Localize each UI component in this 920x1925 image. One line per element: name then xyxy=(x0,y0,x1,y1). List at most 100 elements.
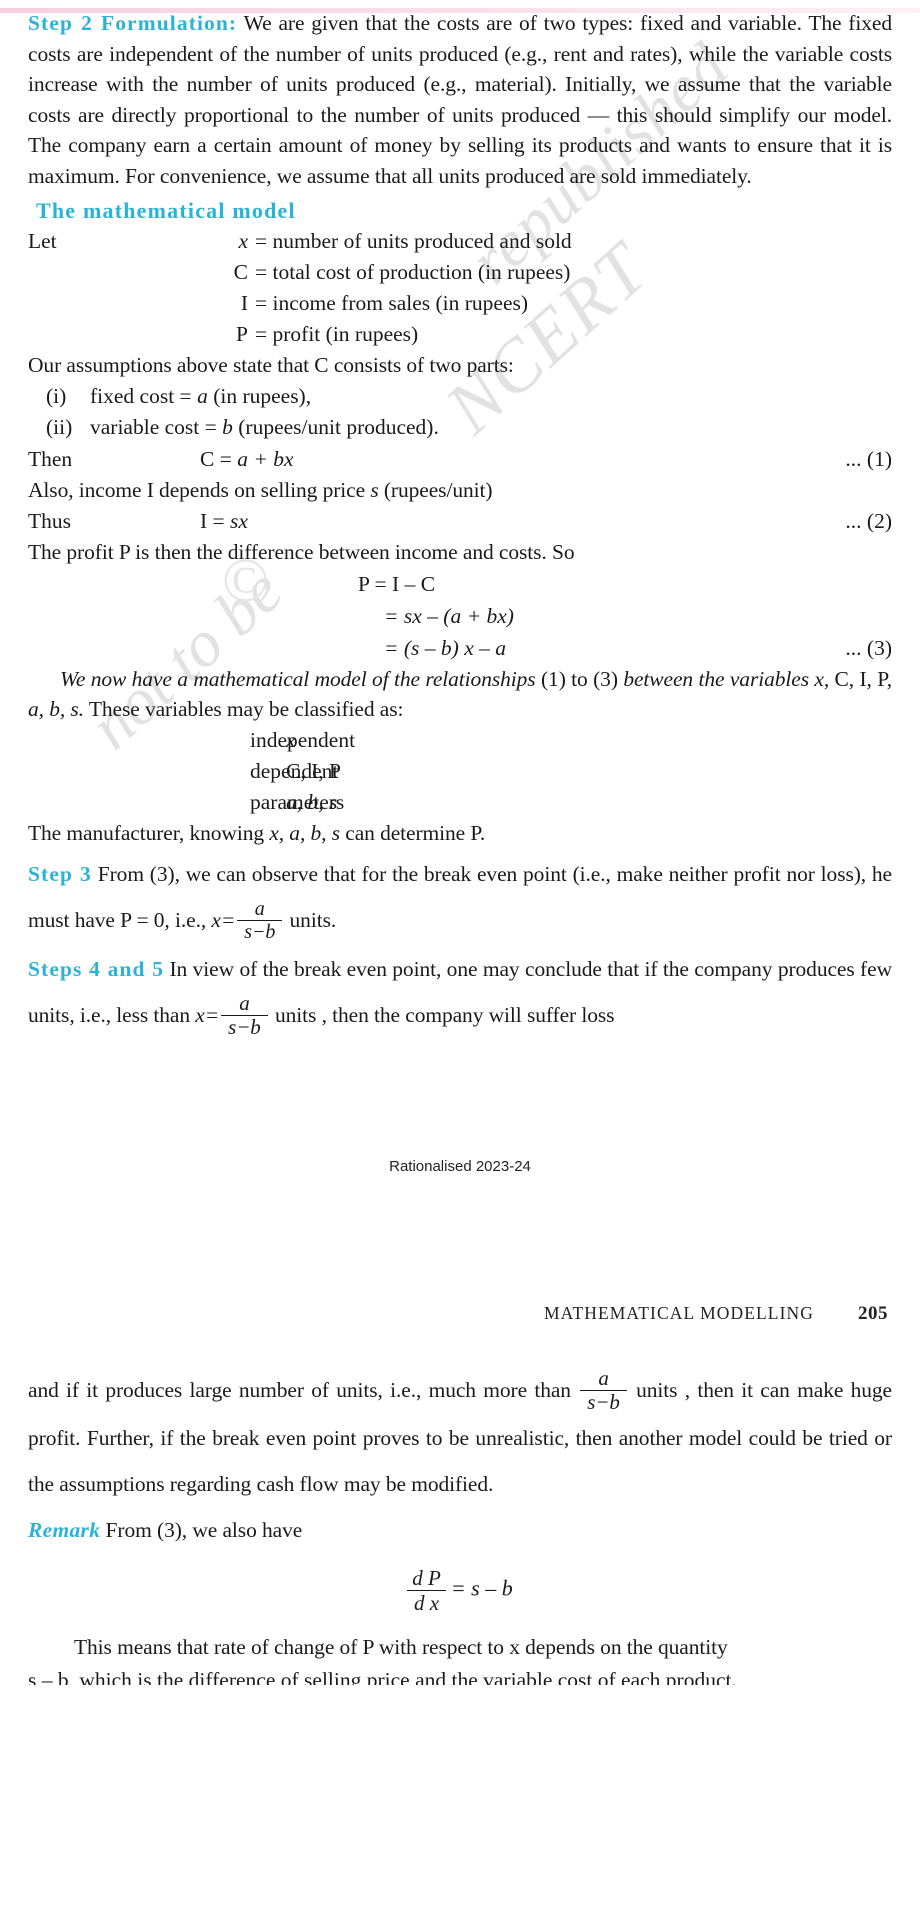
fraction-numerator: a xyxy=(598,1365,609,1390)
profit-derivation-text: = sx – (a + bx) xyxy=(384,603,514,628)
profit-derivation-text: = (s – b) x – a xyxy=(384,635,506,660)
assumption-marker: (i) xyxy=(46,383,67,408)
assumption-marker: (ii) xyxy=(46,414,73,439)
fraction-denominator: d x xyxy=(407,1589,446,1615)
definition-row: I = income from sales (in rupees) xyxy=(28,288,892,319)
classification-vars: C, I, P xyxy=(286,758,341,783)
equation-body: C = a + bx xyxy=(200,446,294,471)
classification-kind: parameters xyxy=(250,789,345,814)
definition-symbol: P xyxy=(236,322,248,346)
definition-row: P = profit (in rupees) xyxy=(28,319,892,350)
document-page: Step 2 Formulation: We are given that th… xyxy=(0,8,920,1685)
profit-derivation-text: P = I – C xyxy=(358,571,436,596)
definition-text: = income from sales (in rupees) xyxy=(255,291,529,315)
clipped-bottom-line: s – b, which is the difference of sellin… xyxy=(28,1667,737,1685)
assumption-text: fixed cost = a (in rupees), xyxy=(90,383,312,408)
summary-italic-1: We now have a mathematical model of the … xyxy=(60,666,536,691)
definition-symbol: I xyxy=(240,291,248,315)
definition-symbol: C xyxy=(233,260,248,284)
step2-paragraph: Step 2 Formulation: We are given that th… xyxy=(28,8,892,191)
remark-paragraph: Remark From (3), we also have xyxy=(28,1515,892,1546)
equation-tag: ... (1) xyxy=(845,446,892,471)
classification-vars: x xyxy=(286,727,296,752)
steps45-paragraph: Steps 4 and 5 In view of the break even … xyxy=(28,946,892,1040)
page-2-content: and if it produces large number of units… xyxy=(28,1367,892,1685)
summary-tail: These variables may be classified as: xyxy=(83,697,404,721)
break-even-fraction: a s−b xyxy=(221,991,268,1039)
fraction-denominator: s−b xyxy=(221,1014,268,1039)
let-label: Let xyxy=(28,229,57,253)
definition-row: C = total cost of production (in rupees) xyxy=(28,257,892,288)
step2-label: Step 2 Formulation: xyxy=(28,11,238,35)
derivative-equation: d P d x = s – b xyxy=(28,1567,892,1614)
fraction-denominator: s−b xyxy=(580,1389,627,1414)
summary-vars-roman: C, I, P, xyxy=(834,666,893,691)
break-even-fraction: a s−b xyxy=(580,1365,627,1414)
definition-text: = number of units produced and sold xyxy=(255,229,572,253)
derivative-rhs: = s – b xyxy=(450,1575,513,1601)
continuation-text-1: and if it produces large number of units… xyxy=(28,1377,579,1402)
page-number: 205 xyxy=(858,1302,888,1324)
closing-text: This means that rate of change of P with… xyxy=(74,1635,728,1660)
step3-body-1: From (3), we can observe that for the br… xyxy=(28,862,892,932)
fraction-numerator: a xyxy=(239,991,250,1016)
manufacturer-symbols: x, a, b, s xyxy=(269,820,340,845)
equation-body: I = sx xyxy=(200,509,248,533)
assumption-item: (i) fixed cost = a (in rupees), xyxy=(46,381,892,412)
equation-row-1: Then C = a + bx ... (1) xyxy=(28,443,892,475)
continuation-paragraph: and if it produces large number of units… xyxy=(28,1367,892,1507)
assumption-text: variable cost = b (rupees/unit produced)… xyxy=(90,414,439,439)
break-even-fraction: a s−b xyxy=(237,898,283,943)
profit-intro: The profit P is then the difference betw… xyxy=(28,540,575,564)
definition-text: = profit (in rupees) xyxy=(255,322,419,346)
model-summary-paragraph: We now have a mathematical model of the … xyxy=(28,664,892,725)
steps45-label: Steps 4 and 5 xyxy=(28,956,165,981)
remark-label: Remark xyxy=(28,1517,101,1542)
classification-row: dependent C, I, P xyxy=(28,756,892,787)
steps45-body-2: units , then the company will suffer los… xyxy=(269,1002,615,1027)
assumption-item: (ii) variable cost = b (rupees/unit prod… xyxy=(46,412,892,443)
profit-derivation-row: = (s – b) x – a ... (3) xyxy=(28,632,892,664)
definition-text: = total cost of production (in rupees) xyxy=(255,260,571,284)
running-header: MATHEMATICAL MODELLING 205 xyxy=(28,1303,892,1325)
classification-vars: a, b, s xyxy=(286,789,338,814)
summary-refs: (1) to (3) xyxy=(540,666,618,691)
step3-body-2: units. xyxy=(284,908,337,932)
steps45-eq-lhs: x= xyxy=(195,1002,220,1027)
definition-symbol: x xyxy=(238,229,248,253)
fraction-denominator: s−b xyxy=(237,920,283,943)
classification-kind: independent xyxy=(250,727,356,752)
summary-vars-italic: a, b, s. xyxy=(28,697,84,721)
equation-lead: Then xyxy=(28,446,73,471)
step3-paragraph: Step 3 From (3), we can observe that for… xyxy=(28,851,892,944)
equation-row-2: Thus I = sx ... (2) xyxy=(28,505,892,537)
closing-paragraph: This means that rate of change of P with… xyxy=(28,1632,892,1663)
step3-label: Step 3 xyxy=(28,862,92,886)
classification-kind: dependent xyxy=(250,758,339,783)
assumptions-intro: Our assumptions above state that C consi… xyxy=(28,353,514,377)
classification-row: parameters a, b, s xyxy=(28,787,892,818)
summary-italic-2: between the variables x, xyxy=(623,666,830,691)
profit-derivation-row: P = I – C xyxy=(28,568,892,600)
equation-lead: Thus xyxy=(28,509,71,533)
selling-price-symbol: s xyxy=(370,477,379,502)
fraction-numerator: d P xyxy=(412,1566,441,1591)
step2-body: We are given that the costs are of two t… xyxy=(28,11,892,188)
mathematical-model-heading: The mathematical model xyxy=(36,198,296,223)
equation-tag: ... (2) xyxy=(845,509,892,533)
classification-row: independent x xyxy=(28,725,892,756)
step3-eq-lhs: x= xyxy=(211,908,236,932)
assumption-symbol: a xyxy=(197,383,208,408)
profit-derivation-row: = sx – (a + bx) xyxy=(28,600,892,632)
manufacturer-line: The manufacturer, knowing x, a, b, s can… xyxy=(28,820,486,845)
remark-body: From (3), we also have xyxy=(100,1517,303,1542)
definitions-list: Let x = number of units produced and sol… xyxy=(28,226,892,350)
definition-row: Let x = number of units produced and sol… xyxy=(28,226,892,257)
rationalised-note: Rationalised 2023-24 xyxy=(389,1157,531,1175)
chapter-title: MATHEMATICAL MODELLING xyxy=(544,1302,814,1323)
derivative-fraction: d P d x xyxy=(407,1567,446,1614)
income-line: Also, income I depends on selling price … xyxy=(28,477,493,502)
profit-derivation-tag: ... (3) xyxy=(845,635,892,660)
fraction-numerator: a xyxy=(254,898,265,921)
assumption-symbol: b xyxy=(222,414,233,439)
